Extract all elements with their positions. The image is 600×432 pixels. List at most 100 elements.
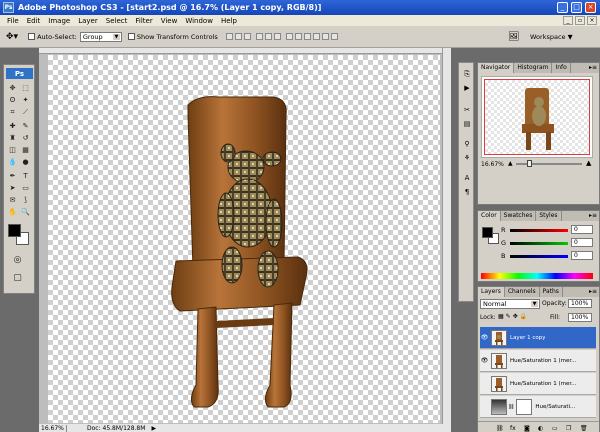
quick-mask-icon[interactable]: ◎ [12,255,23,265]
menu-image[interactable]: Image [44,17,74,25]
layer-row[interactable]: Hue/Saturation 1 (mer... [480,373,596,395]
channel-g-slider[interactable] [510,242,568,245]
align-left-icon[interactable] [255,33,263,40]
panel-menu-icon[interactable]: ▸≡ [589,64,597,71]
doc-restore-icon[interactable]: ▫ [575,16,585,25]
fill-value[interactable]: 100% [568,313,592,322]
tab-styles[interactable]: Styles [536,211,562,221]
magic-wand-tool-icon[interactable]: ✦ [20,95,31,105]
screen-mode-icon[interactable]: ▢ [12,273,23,283]
trash-icon[interactable]: 🗑 [580,425,588,432]
mask-icon[interactable]: ◙ [524,425,530,432]
blur-tool-icon[interactable]: 💧 [7,157,18,167]
pen-tool-icon[interactable]: ✒ [7,171,18,181]
path-selection-icon[interactable]: ➤ [7,183,18,193]
tool-presets-icon[interactable]: ✂ [462,105,472,115]
align-top-icon[interactable] [225,33,233,40]
close-icon[interactable]: × [585,2,596,13]
fx-icon[interactable]: fx [510,425,516,432]
doc-close-icon[interactable]: × [587,16,597,25]
eraser-tool-icon[interactable]: ◫ [7,145,18,155]
tab-paths[interactable]: Paths [539,287,563,297]
tab-channels[interactable]: Channels [504,287,540,297]
eyedropper-tool-icon[interactable]: ⟆ [20,195,31,205]
distribute-bottom-icon[interactable] [303,33,311,40]
distribute-top-icon[interactable] [285,33,293,40]
crop-tool-icon[interactable]: ⌗ [7,107,18,117]
marquee-tool-icon[interactable]: ⬚ [20,83,31,93]
menu-window[interactable]: Window [181,17,217,25]
gradient-tool-icon[interactable]: ▦ [20,145,31,155]
slider-thumb[interactable] [527,160,533,167]
doc-minimize-icon[interactable]: _ [563,16,573,25]
maximize-icon[interactable]: □ [571,2,582,13]
lock-icons[interactable]: ▦✎✥🔒 [498,313,529,320]
new-layer-icon[interactable]: ❐ [566,425,571,432]
zoom-level[interactable]: 16.67% [39,424,67,432]
align-bottom-icon[interactable] [243,33,251,40]
brushes-panel-icon[interactable]: ⚲ [462,139,472,149]
brush-tool-icon[interactable]: ✎ [20,121,31,131]
layer-row[interactable]: 👁 Layer 1 copy [480,327,596,349]
actions-panel-icon[interactable]: ▶ [462,83,472,93]
zoom-in-icon[interactable]: ▲ [586,159,591,167]
tab-layers[interactable]: Layers [478,287,505,297]
color-panel-menu-icon[interactable]: ▸≡ [589,212,597,219]
distribute-center-icon[interactable] [321,33,329,40]
tab-color[interactable]: Color [478,211,501,221]
character-panel-icon[interactable]: A [462,173,472,183]
lasso-tool-icon[interactable]: ʘ [7,95,18,105]
status-arrow-icon[interactable]: ▶ [151,425,156,432]
align-center-icon[interactable] [264,33,272,40]
paragraph-panel-icon[interactable]: ¶ [462,187,472,197]
shape-tool-icon[interactable]: ▭ [20,183,31,193]
zoom-tool-icon[interactable]: 🔍 [20,207,31,217]
healing-brush-icon[interactable]: ✚ [7,121,18,131]
align-middle-icon[interactable] [234,33,242,40]
distribute-right-icon[interactable] [330,33,338,40]
visibility-eye-icon[interactable]: 👁 [480,334,489,341]
menu-help[interactable]: Help [217,17,241,25]
blend-mode-dropdown[interactable]: Normal ▼ [480,299,540,309]
channel-g-value[interactable]: 0 [571,238,593,247]
layer-row[interactable]: 👁 Hue/Saturation 1 (mer... [480,350,596,372]
clone-stamp-icon[interactable]: ♜ [7,133,18,143]
channel-r-slider[interactable] [510,229,568,232]
menu-filter[interactable]: Filter [131,17,156,25]
distribute-middle-icon[interactable] [294,33,302,40]
slice-tool-icon[interactable]: ⟋ [20,107,31,117]
menu-select[interactable]: Select [102,17,132,25]
layer-comps-icon[interactable]: ▤ [462,119,472,129]
distribute-left-icon[interactable] [312,33,320,40]
layers-panel-menu-icon[interactable]: ▸≡ [589,288,597,295]
visibility-eye-icon[interactable]: 👁 [480,357,489,364]
channel-b-value[interactable]: 0 [571,251,593,260]
vertical-scrollbar[interactable] [442,48,451,424]
navigator-zoom[interactable]: 16.67% [481,161,504,168]
menu-file[interactable]: File [3,17,23,25]
move-tool-preset-icon[interactable]: ✥▾ [6,32,18,42]
type-tool-icon[interactable]: T [20,171,31,181]
foreground-color[interactable] [482,227,493,238]
notes-tool-icon[interactable]: ✉ [7,195,18,205]
link-icon[interactable]: ⛓ [496,425,504,432]
opacity-value[interactable]: 100% [568,299,592,308]
color-spectrum[interactable] [481,273,593,279]
dodge-tool-icon[interactable]: ● [20,157,31,167]
hand-tool-icon[interactable]: ✋ [7,207,18,217]
canvas[interactable] [48,55,440,423]
history-brush-icon[interactable]: ↺ [20,133,31,143]
tab-histogram[interactable]: Histogram [514,63,553,73]
menu-view[interactable]: View [157,17,182,25]
workspace-button[interactable]: Workspace ▼ [530,33,573,41]
clone-source-icon[interactable]: ⚘ [462,153,472,163]
align-right-icon[interactable] [273,33,281,40]
navigator-view-box[interactable] [484,79,590,155]
auto-select-checkbox[interactable] [28,33,36,40]
tab-info[interactable]: Info [552,63,571,73]
tab-navigator[interactable]: Navigator [478,63,515,73]
menu-layer[interactable]: Layer [74,17,102,25]
history-panel-icon[interactable]: ⎘ [462,69,472,79]
bridge-icon[interactable]: 🖼 [508,32,519,42]
minimize-icon[interactable]: _ [557,2,568,13]
